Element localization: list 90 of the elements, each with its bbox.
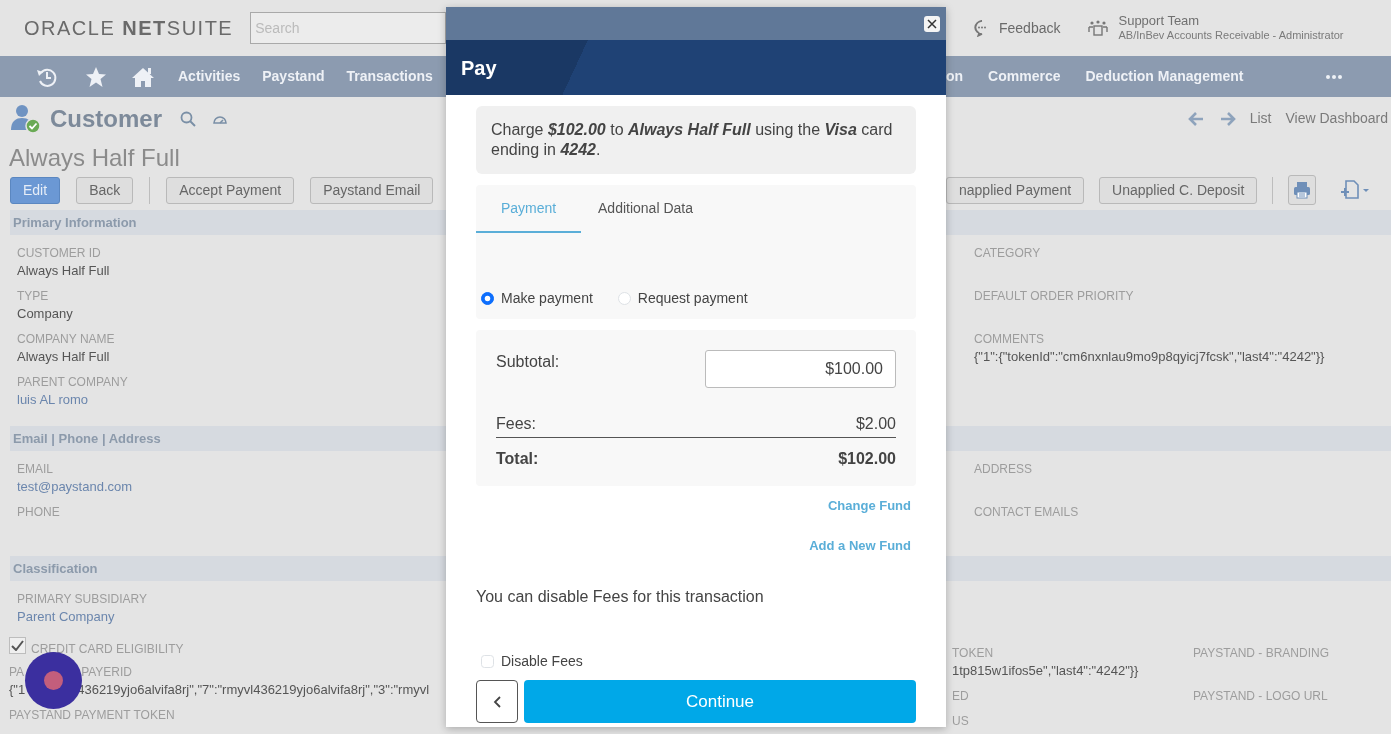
team-icon[interactable] xyxy=(1088,19,1109,37)
menu-item[interactable]: on xyxy=(946,66,964,87)
field-label: TYPE xyxy=(17,288,50,305)
subtotal-field[interactable]: $100.00 xyxy=(705,350,896,388)
print-button[interactable] xyxy=(1288,175,1317,205)
radio-label: Request payment xyxy=(637,289,748,308)
amount-label: Fees: xyxy=(496,414,536,434)
logo: ORACLE NETSUITE xyxy=(24,16,234,41)
fund-link[interactable]: Change Fund xyxy=(827,496,911,516)
charge-summary: Charge $102.00 to Always Half Full using the Visa card ending in 4242. xyxy=(476,106,916,174)
amount-value: $102.00 xyxy=(838,449,896,469)
field-value: Always Half Full xyxy=(17,348,111,366)
close-icon xyxy=(927,18,937,29)
record-name: Always Half Full xyxy=(9,143,180,173)
continue-button[interactable]: Continue xyxy=(524,680,916,723)
checkbox-label: CREDIT CARD ELIGIBILITY xyxy=(31,641,184,658)
search-icon[interactable] xyxy=(180,110,197,127)
field-label: PAYSTAND PAYMENT TOKEN xyxy=(9,707,176,724)
tab[interactable]: Additional Data xyxy=(593,185,698,233)
section-header: Primary Information xyxy=(10,210,446,235)
field-label: PA xyxy=(9,664,25,681)
close-button[interactable] xyxy=(924,15,940,32)
field-value: 1tp815w1ifos5e","last4":"4242"}} xyxy=(952,662,1140,680)
checkbox[interactable] xyxy=(9,637,26,654)
menu-item[interactable]: Commerce xyxy=(988,66,1061,87)
field-label: US xyxy=(952,713,970,730)
field-label: PAYERID xyxy=(81,664,133,681)
field-label: COMPANY NAME xyxy=(17,331,116,348)
field-label: PHONE xyxy=(17,504,61,521)
back-arrow-icon[interactable] xyxy=(1187,111,1204,126)
menu-item[interactable]: Activities xyxy=(178,66,241,87)
field-label: EMAIL xyxy=(17,461,54,478)
checkbox[interactable] xyxy=(481,655,494,668)
field-label: ADDRESS xyxy=(974,461,1033,478)
amount-label: Subtotal: xyxy=(496,352,560,372)
section-header: Email | Phone | Address xyxy=(10,426,446,451)
field-label: CATEGORY xyxy=(974,245,1042,262)
printer-icon xyxy=(1293,181,1312,199)
action-button[interactable]: napplied Payment xyxy=(946,176,1085,204)
field-label: TOKEN xyxy=(952,645,995,662)
amount-value: $2.00 xyxy=(855,414,896,434)
menu-item[interactable]: Transactions xyxy=(346,66,433,87)
field-label: COMMENTS xyxy=(974,331,1045,348)
field-value: {"1 xyxy=(9,681,26,699)
action-button[interactable]: Unapplied C. Deposit xyxy=(1099,176,1258,204)
radio-label: Make payment xyxy=(501,289,593,308)
field-label: PAYSTAND - BRANDING xyxy=(1193,645,1330,662)
action-button[interactable]: Edit xyxy=(10,176,61,204)
field-value: 436219yjo6alvifa8rj","7":"rmyvl436219yjo6alvifa8rj","3":"rmyvl xyxy=(77,681,430,699)
info-text: You can disable Fees for this transaction xyxy=(476,587,765,607)
field-label: CONTACT EMAILS xyxy=(974,504,1080,521)
field-label: DEFAULT ORDER PRIORITY xyxy=(974,288,1135,305)
field-label: PARENT COMPANY xyxy=(17,374,129,391)
check-icon xyxy=(11,640,24,651)
fund-link[interactable]: Add a New Fund xyxy=(809,535,911,555)
chevron-left-icon xyxy=(493,695,501,708)
field-label: ED xyxy=(952,688,970,705)
field-label: PRIMARY SUBSIDIARY xyxy=(17,591,149,608)
field-value: Company xyxy=(17,305,74,323)
new-record-icon[interactable] xyxy=(1340,180,1371,200)
action-button[interactable]: Back xyxy=(76,176,134,204)
action-button[interactable]: Accept Payment xyxy=(166,176,295,204)
record-type: Customer xyxy=(50,103,163,134)
menu-item[interactable]: Deduction Management xyxy=(1085,66,1244,87)
action-button[interactable]: Paystand Email xyxy=(310,176,434,204)
field-label: PAYSTAND - LOGO URL xyxy=(1193,688,1329,705)
tab[interactable]: Payment xyxy=(476,185,581,233)
user-role: AB/InBev Accounts Receivable - Administrator xyxy=(1118,28,1344,43)
star-icon[interactable] xyxy=(85,65,107,88)
home-icon[interactable] xyxy=(131,65,155,88)
user-name: Support Team xyxy=(1118,13,1201,28)
customer-icon xyxy=(10,102,42,135)
field-value: {"1":{"tokenId":"cm6nxnlau9mo9p8qyicj7fcsk","last4":"4242"}} xyxy=(974,348,1326,366)
header-link[interactable]: List xyxy=(1249,108,1272,129)
back-button[interactable] xyxy=(476,680,518,723)
field-link[interactable]: luis AL romo xyxy=(17,391,446,409)
field-link[interactable]: Parent Company xyxy=(17,608,446,626)
more-icon[interactable] xyxy=(1325,73,1344,80)
checkbox-label: Disable Fees xyxy=(501,652,583,671)
field-value: Always Half Full xyxy=(17,262,111,280)
field-link[interactable]: test@paystand.com xyxy=(17,478,446,496)
field-label: CUSTOMER ID xyxy=(17,245,102,262)
radio-button[interactable] xyxy=(481,292,494,305)
section-header: Classification xyxy=(10,556,446,581)
menu-item[interactable]: Paystand xyxy=(262,66,325,87)
dialog-title: Pay xyxy=(461,55,497,81)
feedback-link[interactable]: Feedback xyxy=(999,17,1061,39)
forward-arrow-icon[interactable] xyxy=(1219,111,1236,126)
header-link[interactable]: View Dashboard xyxy=(1285,108,1388,129)
amount-label: Total: xyxy=(496,449,539,469)
